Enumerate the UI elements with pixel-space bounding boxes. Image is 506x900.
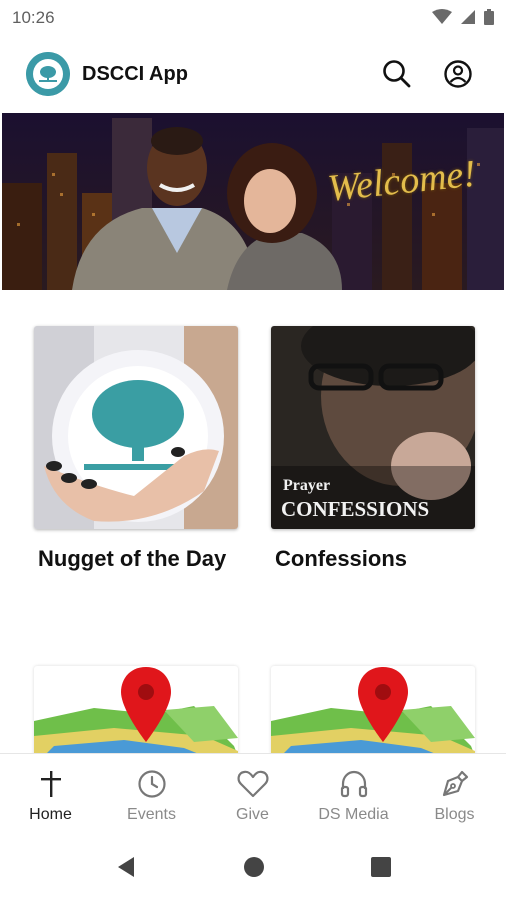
wifi-icon bbox=[432, 9, 452, 24]
search-button[interactable] bbox=[381, 58, 413, 90]
account-icon bbox=[444, 60, 472, 88]
nav-home[interactable]: Home bbox=[0, 754, 101, 836]
nav-label: DS Media bbox=[318, 806, 389, 823]
headphones-icon bbox=[340, 770, 367, 798]
cross-icon bbox=[40, 771, 61, 797]
nav-ds-media[interactable]: DS Media bbox=[303, 754, 404, 836]
nav-events[interactable]: Events bbox=[101, 754, 202, 836]
recents-icon[interactable] bbox=[369, 855, 393, 879]
nav-label: Events bbox=[127, 806, 176, 823]
app-logo bbox=[26, 52, 70, 96]
system-navigation-bar bbox=[0, 835, 506, 900]
account-button[interactable] bbox=[442, 58, 474, 90]
back-icon[interactable] bbox=[114, 855, 138, 879]
confessions-card-image: Prayer CONFESSIONS bbox=[271, 326, 475, 529]
search-icon bbox=[383, 60, 411, 88]
nav-label: Give bbox=[236, 806, 269, 823]
nugget-card-image bbox=[34, 326, 238, 529]
location-map-icon bbox=[34, 667, 238, 756]
location-map-icon bbox=[271, 667, 475, 756]
card-title: Confessions bbox=[275, 546, 408, 571]
bottom-navigation: Home Events Give DS Media Blogs bbox=[0, 753, 506, 836]
battery-icon bbox=[484, 9, 494, 25]
map-card-2[interactable] bbox=[271, 666, 475, 756]
card-confessions[interactable]: Prayer CONFESSIONS Confessions bbox=[271, 326, 475, 616]
banner-photo bbox=[2, 113, 504, 290]
nav-blogs[interactable]: Blogs bbox=[404, 754, 505, 836]
prayer-overlay-text: Prayer bbox=[283, 477, 330, 494]
pen-nib-icon bbox=[442, 770, 468, 797]
clock-icon bbox=[137, 770, 166, 798]
signal-icon bbox=[461, 10, 475, 24]
home-circle-icon[interactable] bbox=[242, 855, 266, 879]
card-title: Nugget of the Day bbox=[38, 546, 227, 571]
status-time: 10:26 bbox=[12, 8, 55, 27]
status-icons bbox=[432, 9, 494, 25]
welcome-banner[interactable]: Welcome! bbox=[2, 113, 504, 290]
status-bar: 10:26 bbox=[0, 0, 506, 34]
nav-give[interactable]: Give bbox=[202, 754, 303, 836]
nav-label: Blogs bbox=[434, 806, 475, 823]
card-nugget-of-the-day[interactable]: Nugget of the Day bbox=[34, 326, 238, 616]
heart-icon bbox=[237, 770, 268, 798]
confessions-overlay-text: CONFESSIONS bbox=[281, 497, 429, 521]
map-card-1[interactable] bbox=[34, 666, 238, 756]
app-bar: DSCCI App bbox=[0, 46, 506, 104]
nav-label: Home bbox=[29, 806, 72, 823]
app-title: DSCCI App bbox=[82, 63, 188, 85]
